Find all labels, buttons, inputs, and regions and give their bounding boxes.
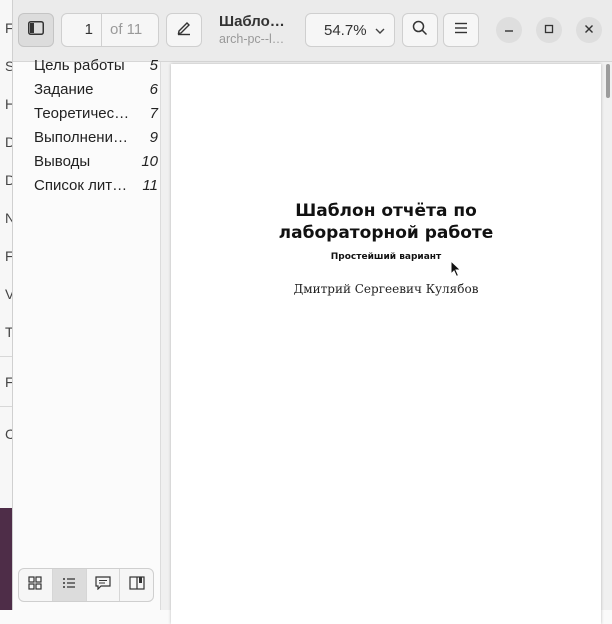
- document-subheading: Простейший вариант: [330, 252, 442, 262]
- minimize-icon: [504, 21, 514, 39]
- sidebar-icon: [28, 20, 44, 40]
- outline-item-page: 10: [141, 153, 158, 170]
- sidebar-view-switcher: [18, 568, 154, 602]
- outline-item-label: Выводы: [34, 153, 91, 170]
- close-button[interactable]: [576, 17, 602, 43]
- search-icon: [412, 20, 428, 41]
- page-number-input[interactable]: 1: [62, 14, 102, 46]
- book-icon: [129, 575, 145, 595]
- divider: [0, 406, 12, 407]
- outline-item-page: 7: [149, 105, 158, 122]
- annotate-button[interactable]: [166, 13, 202, 47]
- outline-item[interactable]: Выполнени… 9: [34, 129, 158, 151]
- header-bar: 1 of 11 Шабло… arch-pc--l… 54.7%: [13, 0, 612, 62]
- outline-item-page: 6: [149, 81, 158, 98]
- outline-item-label: Цель работы: [34, 57, 125, 74]
- outline-item-label: Выполнени…: [34, 129, 128, 146]
- mouse-pointer-icon: [450, 259, 462, 283]
- outline-item-label: Теоретичес…: [34, 105, 130, 122]
- comment-icon: [95, 575, 111, 595]
- annotations-view-button[interactable]: [87, 569, 121, 601]
- maximize-icon: [544, 21, 554, 39]
- document-view[interactable]: Шаблон отчёта по лабораторной работе Про…: [161, 62, 612, 624]
- outline-item[interactable]: Выводы 10: [34, 153, 158, 175]
- zoom-dropdown[interactable]: 54.7%: [305, 13, 395, 47]
- divider: [0, 356, 12, 357]
- search-button[interactable]: [402, 13, 438, 47]
- list-icon: [62, 576, 76, 595]
- desktop-wallpaper: [0, 508, 12, 610]
- outline-item-label: Задание: [34, 81, 94, 98]
- hamburger-menu-icon: [454, 21, 468, 39]
- maximize-button[interactable]: [536, 17, 562, 43]
- chevron-down-icon: [374, 24, 386, 41]
- outline-item[interactable]: Задание 6: [34, 81, 158, 103]
- outline-sidebar: Цель работы 5 Задание 6 Теоретичес… 7 Вы…: [13, 57, 161, 610]
- outline-item-page: 5: [149, 57, 158, 74]
- main-menu-button[interactable]: [443, 13, 479, 47]
- document-viewer-window: 1 of 11 Шабло… arch-pc--l… 54.7% Цель ра…: [12, 0, 612, 624]
- minimize-button[interactable]: [496, 17, 522, 43]
- outline-item-label: Список лит…: [34, 177, 128, 194]
- page-count-label: of 11: [110, 21, 143, 38]
- document-page: Шаблон отчёта по лабораторной работе Про…: [171, 64, 601, 624]
- bookmarks-view-button[interactable]: [120, 569, 153, 601]
- document-author: Дмитрий Сергеевич Кулябов: [293, 282, 479, 296]
- pencil-icon: [176, 20, 192, 41]
- close-icon: [584, 21, 594, 39]
- sidebar-toggle-button[interactable]: [18, 13, 54, 47]
- document-title: Шабло…: [219, 13, 285, 30]
- outline-item[interactable]: Теоретичес… 7: [34, 105, 158, 127]
- document-heading: Шаблон отчёта по лабораторной работе: [278, 201, 494, 243]
- outline-item-page: 11: [142, 177, 158, 194]
- grid-icon: [28, 575, 42, 595]
- page-selector: 1 of 11: [61, 13, 159, 47]
- outline-view-button[interactable]: [52, 569, 87, 601]
- document-title-block: Шабло… arch-pc--l…: [219, 13, 299, 46]
- outline-item[interactable]: Список лит… 11: [34, 177, 158, 199]
- zoom-level: 54.7%: [324, 21, 367, 39]
- outline-item-page: 9: [149, 129, 158, 146]
- outline-item[interactable]: Цель работы 5: [34, 57, 158, 79]
- thumbnails-view-button[interactable]: [19, 569, 53, 601]
- vertical-scrollbar[interactable]: [606, 64, 610, 98]
- document-filename: arch-pc--l…: [219, 32, 285, 46]
